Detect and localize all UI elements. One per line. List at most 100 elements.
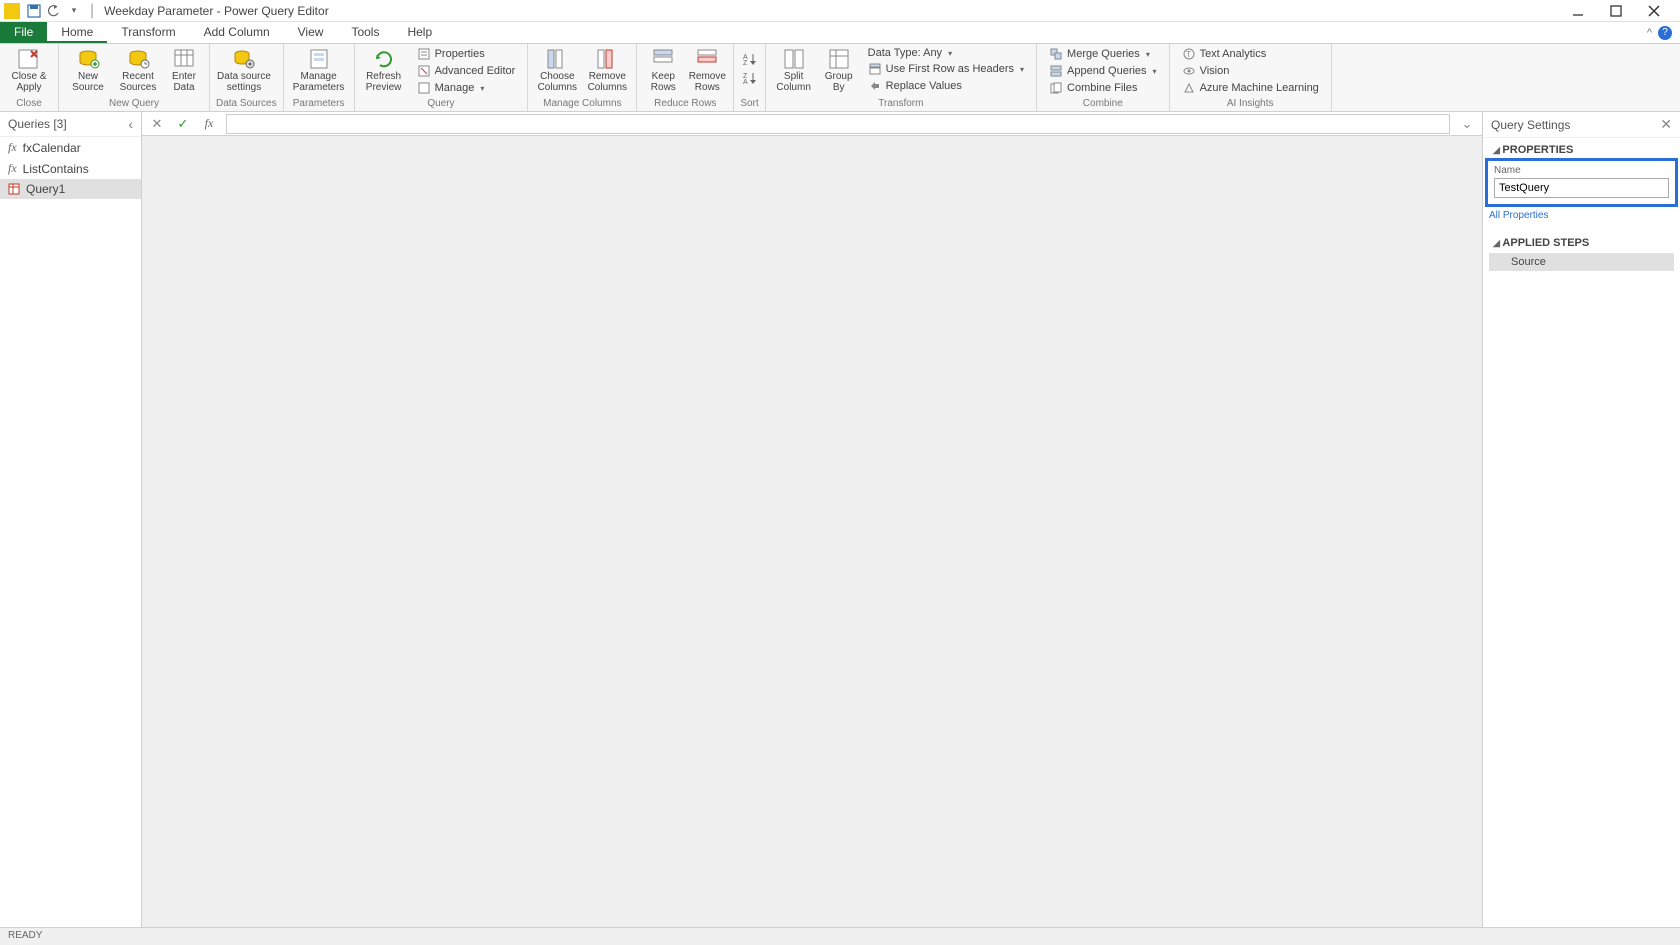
replace-icon (868, 79, 882, 93)
remove-rows-icon (695, 48, 719, 70)
append-queries-button[interactable]: Append Queries▾ (1043, 63, 1163, 79)
separator: | (90, 2, 94, 20)
parameters-icon (307, 48, 331, 70)
sort-desc-icon: ZA (742, 71, 756, 85)
close-button[interactable] (1640, 2, 1668, 20)
append-icon (1049, 64, 1063, 78)
query-settings-pane: Query Settings ✕ PROPERTIES Name All Pro… (1482, 112, 1680, 927)
group-by-button[interactable]: Group By (820, 46, 858, 93)
editor-icon (417, 64, 431, 78)
group-ai-insights-label: AI Insights (1176, 97, 1325, 111)
merge-queries-button[interactable]: Merge Queries▾ (1043, 46, 1163, 62)
group-close-label: Close (6, 97, 52, 111)
accept-formula-icon[interactable]: ✓ (174, 115, 192, 133)
formula-dropdown-icon[interactable]: ⌄ (1458, 115, 1476, 133)
text-analytics-button[interactable]: TText Analytics (1176, 46, 1325, 62)
text-analytics-icon: T (1182, 47, 1196, 61)
qat-dropdown-icon[interactable]: ▾ (65, 2, 83, 20)
combine-files-icon (1049, 81, 1063, 95)
window-title: Weekday Parameter - Power Query Editor (104, 4, 329, 18)
manage-parameters-button[interactable]: Manage Parameters (290, 46, 348, 93)
split-column-button[interactable]: Split Column (772, 46, 816, 93)
properties-button[interactable]: Properties (411, 46, 522, 62)
status-text: READY (8, 930, 42, 941)
query-name-input[interactable] (1494, 178, 1669, 198)
vision-button[interactable]: Vision (1176, 63, 1325, 79)
tab-help[interactable]: Help (393, 22, 446, 43)
data-preview-area (142, 136, 1482, 927)
group-new-query-label: New Query (65, 97, 203, 111)
cancel-formula-icon[interactable]: ✕ (148, 115, 166, 133)
group-combine-label: Combine (1043, 97, 1163, 111)
undo-icon[interactable] (45, 2, 63, 20)
title-bar: ▾ | Weekday Parameter - Power Query Edit… (0, 0, 1680, 22)
help-icon[interactable]: ? (1658, 26, 1672, 40)
recent-sources-button[interactable]: Recent Sources (115, 46, 161, 93)
maximize-button[interactable] (1602, 2, 1630, 20)
first-row-headers-button[interactable]: Use First Row as Headers▾ (862, 61, 1030, 77)
svg-text:Z: Z (743, 60, 748, 66)
minimize-button[interactable] (1564, 2, 1592, 20)
sort-desc-button[interactable]: ZA (740, 69, 758, 87)
tab-file[interactable]: File (0, 22, 47, 43)
query-item-label: Query1 (26, 182, 65, 196)
choose-columns-button[interactable]: Choose Columns (534, 46, 580, 93)
advanced-editor-button[interactable]: Advanced Editor (411, 63, 522, 79)
remove-rows-button[interactable]: Remove Rows (687, 46, 727, 93)
group-query-label: Query (361, 97, 522, 111)
group-transform-label: Transform (772, 97, 1030, 111)
close-settings-icon[interactable]: ✕ (1660, 116, 1672, 133)
keep-rows-button[interactable]: Keep Rows (643, 46, 683, 93)
query-item-fxcalendar[interactable]: fx fxCalendar (0, 137, 141, 158)
split-column-icon (782, 48, 806, 70)
group-sort-label: Sort (740, 97, 758, 111)
combine-files-button[interactable]: Combine Files (1043, 80, 1163, 96)
azure-ml-button[interactable]: Azure Machine Learning (1176, 80, 1325, 96)
tab-home[interactable]: Home (47, 22, 107, 43)
group-by-icon (827, 48, 851, 70)
save-icon[interactable] (25, 2, 43, 20)
manage-icon (417, 81, 431, 95)
query-item-query1[interactable]: Query1 (0, 179, 141, 199)
queries-pane: Queries [3] ‹ fx fxCalendar fx ListConta… (0, 112, 142, 927)
tab-tools[interactable]: Tools (337, 22, 393, 43)
query-item-label: ListContains (23, 162, 89, 176)
close-apply-button[interactable]: Close & Apply (6, 46, 52, 93)
query-item-listcontains[interactable]: fx ListContains (0, 158, 141, 179)
gear-data-icon (232, 48, 256, 70)
manage-button[interactable]: Manage▾ (411, 80, 522, 96)
refresh-preview-button[interactable]: Refresh Preview (361, 46, 407, 93)
keep-rows-icon (651, 48, 675, 70)
properties-section-title[interactable]: PROPERTIES (1483, 138, 1680, 158)
applied-steps-section-title[interactable]: APPLIED STEPS (1483, 231, 1680, 251)
sort-asc-button[interactable]: AZ (740, 50, 758, 68)
tab-add-column[interactable]: Add Column (190, 22, 284, 43)
status-bar: READY (0, 927, 1680, 945)
applied-step-source[interactable]: Source (1489, 253, 1674, 271)
replace-values-button[interactable]: Replace Values (862, 78, 1030, 94)
query-settings-header: Query Settings (1491, 118, 1570, 132)
headers-icon (868, 62, 882, 76)
formula-input[interactable] (226, 114, 1450, 134)
collapse-queries-icon[interactable]: ‹ (128, 116, 133, 132)
data-type-button[interactable]: Data Type: Any▾ (862, 46, 1030, 60)
function-icon: fx (8, 161, 17, 176)
group-manage-columns-label: Manage Columns (534, 97, 630, 111)
enter-data-button[interactable]: Enter Data (165, 46, 203, 93)
new-source-button[interactable]: New Source (65, 46, 111, 93)
svg-text:A: A (743, 79, 748, 85)
table-icon (8, 183, 20, 195)
all-properties-link[interactable]: All Properties (1483, 210, 1680, 221)
formula-bar: ✕ ✓ fx ⌄ (142, 112, 1482, 136)
refresh-icon (372, 48, 396, 70)
remove-columns-button[interactable]: Remove Columns (584, 46, 630, 93)
ribbon-collapse-icon[interactable]: ^ (1647, 27, 1652, 39)
tab-view[interactable]: View (284, 22, 338, 43)
new-source-icon (76, 48, 100, 70)
tab-transform[interactable]: Transform (107, 22, 189, 43)
group-parameters-label: Parameters (290, 97, 348, 111)
name-label: Name (1494, 165, 1669, 176)
data-source-settings-button[interactable]: Data source settings (216, 46, 272, 93)
ribbon: Close & Apply Close New Source Recent So… (0, 44, 1680, 112)
fx-icon[interactable]: fx (200, 115, 218, 133)
